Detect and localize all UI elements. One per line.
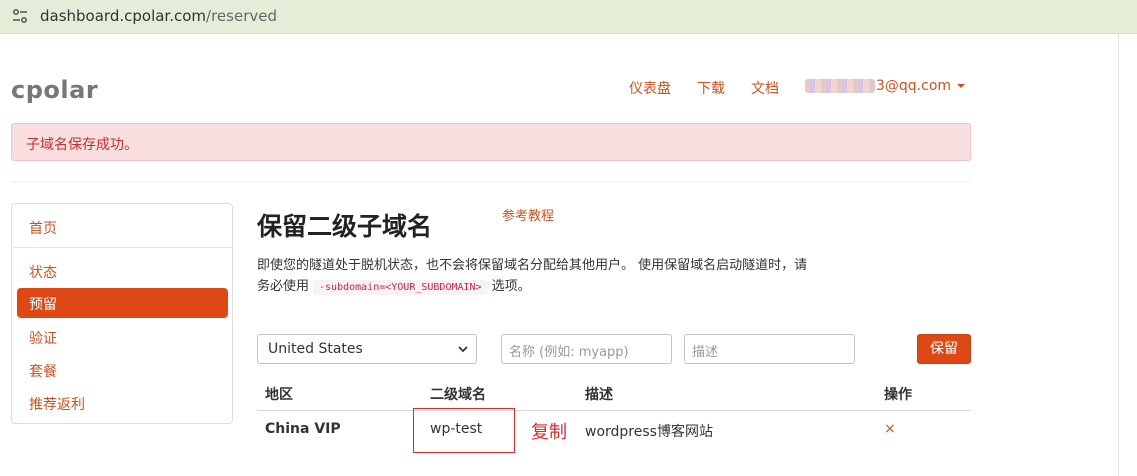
user-menu[interactable]: 3@qq.com [805,78,966,94]
sidebar-item-status[interactable]: 状态 [29,262,57,282]
header-divider [11,181,971,182]
tutorial-link[interactable]: 参考教程 [502,205,554,224]
url-domain: dashboard.cpolar.com [40,7,207,25]
sidebar-divider [13,247,233,248]
sidebar-item-verify[interactable]: 验证 [29,328,57,348]
url-path: /reserved [206,7,277,25]
sidebar-item-label: 预留 [29,297,57,313]
browser-url-bar[interactable]: dashboard.cpolar.com/reserved [0,0,1137,34]
nav-download[interactable]: 下载 [697,78,725,98]
sidebar: 首页 状态 预留 验证 套餐 推荐返利 [11,203,233,424]
row-description: wordpress博客网站 [585,424,713,440]
row-subdomain[interactable]: wp-test [430,421,482,437]
region-select-value: United States [268,341,363,357]
column-header-action: 操作 [884,387,912,403]
region-select[interactable]: United States [257,334,477,364]
table-header-divider [257,410,971,411]
nav-dashboard[interactable]: 仪表盘 [629,78,671,98]
page-title: 保留二级子域名 [257,212,433,241]
column-header-subdomain: 二级域名 [430,387,486,403]
column-header-description: 描述 [585,387,613,403]
name-input[interactable]: 名称 (例如: myapp) [501,334,672,364]
url-text[interactable]: dashboard.cpolar.com/reserved [40,6,277,26]
user-email: 3@qq.com [876,78,952,94]
description-input[interactable]: 描述 [684,334,855,364]
sidebar-item-reserved[interactable]: 预留 [17,288,228,318]
nav-docs[interactable]: 文档 [751,78,779,98]
chevron-down-icon [957,84,966,88]
description-text-end: 选项。 [491,279,531,294]
chevron-down-icon [458,346,468,353]
subdomain-code: -subdomain=<YOUR_SUBDOMAIN> [313,280,488,295]
sidebar-item-referral[interactable]: 推荐返利 [29,394,85,414]
sidebar-item-plan[interactable]: 套餐 [29,361,57,381]
brand-logo[interactable]: cpolar [11,76,98,104]
reserve-button[interactable]: 保留 [917,334,971,364]
row-region: China VIP [265,421,341,437]
site-settings-icon[interactable] [12,8,28,24]
blurred-email-prefix [805,79,875,93]
sidebar-item-home[interactable]: 首页 [29,218,57,238]
success-alert: 子域名保存成功。 [11,123,971,161]
delete-icon[interactable]: × [884,421,896,437]
page: dashboard.cpolar.com/reserved cpolar 仪表盘… [0,0,1137,476]
page-edge-divider [1118,34,1119,476]
page-description: 即使您的隧道处于脱机状态，也不会将保留域名分配给其他用户。 使用保留域名启动隧道… [257,255,817,298]
copy-annotation: 复制 [531,422,567,443]
column-header-region: 地区 [265,387,293,403]
